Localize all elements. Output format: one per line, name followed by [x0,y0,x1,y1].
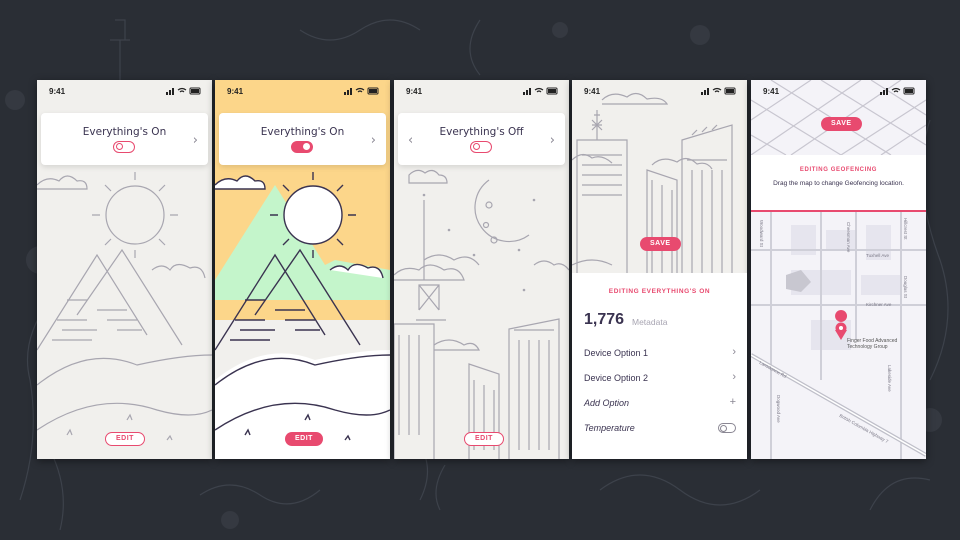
phone-screen-everything-off: 9:41 ‹ Everything's Off › EDIT [394,80,569,459]
street-label: Lakeside Ave [887,365,892,392]
geofence-info: EDITING GEOFENCING Drag the map to chang… [751,155,926,212]
edit-button[interactable]: EDIT [105,432,145,446]
chevron-right-icon[interactable]: › [371,133,376,148]
scene-toggle[interactable] [470,141,492,153]
row-label: Temperature [584,423,635,433]
street-label: Cheesman Ave [846,222,851,253]
status-bar: 9:41 [394,80,569,102]
street-label: Dogwood Ave [776,395,781,423]
row-label: Device Option 1 [584,348,649,358]
status-bar: 9:41 [751,80,926,102]
chevron-right-icon: › [732,346,736,358]
temperature-row: Temperature [584,421,736,437]
row-label: Device Option 2 [584,373,649,383]
status-bar: 9:41 [37,80,212,102]
status-time: 9:41 [763,87,780,96]
add-option-row[interactable]: Add Option + [584,396,736,412]
plus-icon: + [729,396,736,408]
scene-title: Everything's Off [439,126,524,138]
geofence-description: Drag the map to change Geofencing locati… [773,180,904,187]
edit-button[interactable]: EDIT [285,432,323,446]
scene-card: Everything's On › [219,113,386,165]
scene-toggle[interactable] [113,141,135,153]
metadata-count: 1,776 [584,311,625,328]
device-option-row[interactable]: Device Option 1 › [584,346,736,362]
status-time: 9:41 [227,87,244,96]
street-label: Kirchner Ave [866,302,892,307]
temperature-toggle[interactable] [718,423,736,433]
edit-sheet-header: EDITING EVERYTHING'S ON [608,288,711,295]
scene-card: Everything's On › [41,113,208,165]
street-label: Woodward St [759,220,764,247]
phone-screen-everything-on: 9:41 Everything's On › EDIT [37,80,212,459]
save-button[interactable]: SAVE [821,117,862,131]
metadata-label: Metadata [632,317,668,327]
chevron-right-icon[interactable]: › [193,133,198,148]
device-option-row[interactable]: Device Option 2 › [584,371,736,387]
street-label: Tuxhell Ave [866,253,890,258]
row-label: Add Option [584,398,630,408]
save-button[interactable]: SAVE [640,237,681,251]
signal-wifi-battery-icon [523,87,558,95]
edit-button[interactable]: EDIT [464,432,504,446]
geofence-header: EDITING GEOFENCING [799,167,878,173]
phone-screen-everything-on-color: 9:41 Everything's On › EDIT [215,80,390,459]
status-time: 9:41 [406,87,423,96]
street-label: Douglas St [903,276,908,299]
scene-card: ‹ Everything's Off › [398,113,565,165]
status-time: 9:41 [49,87,66,96]
edit-sheet: EDITING EVERYTHING'S ON 1,776 Metadata D… [572,273,747,459]
signal-wifi-battery-icon [166,87,201,95]
status-bar: 9:41 [215,80,390,102]
location-pin-label: Finger Food Advanced Technology Group [847,338,898,350]
phone-screen-edit-scene: 9:41 SAVE EDITING EVERYTHING'S ON 1,776 … [572,80,747,459]
scene-title: Everything's On [82,126,167,138]
signal-wifi-battery-icon [344,87,379,95]
signal-wifi-battery-icon [880,87,915,95]
status-time: 9:41 [584,87,601,96]
street-label: Hillcrest St [903,218,908,240]
chevron-right-icon: › [732,371,736,383]
phone-screen-edit-geofence: 9:41 SAVE EDITING GEOFENCING Drag the ma… [751,80,926,459]
signal-wifi-battery-icon [701,87,736,95]
chevron-right-icon[interactable]: › [550,133,555,148]
status-bar: 9:41 [572,80,747,102]
scene-toggle[interactable] [291,141,313,153]
scene-title: Everything's On [260,126,345,138]
